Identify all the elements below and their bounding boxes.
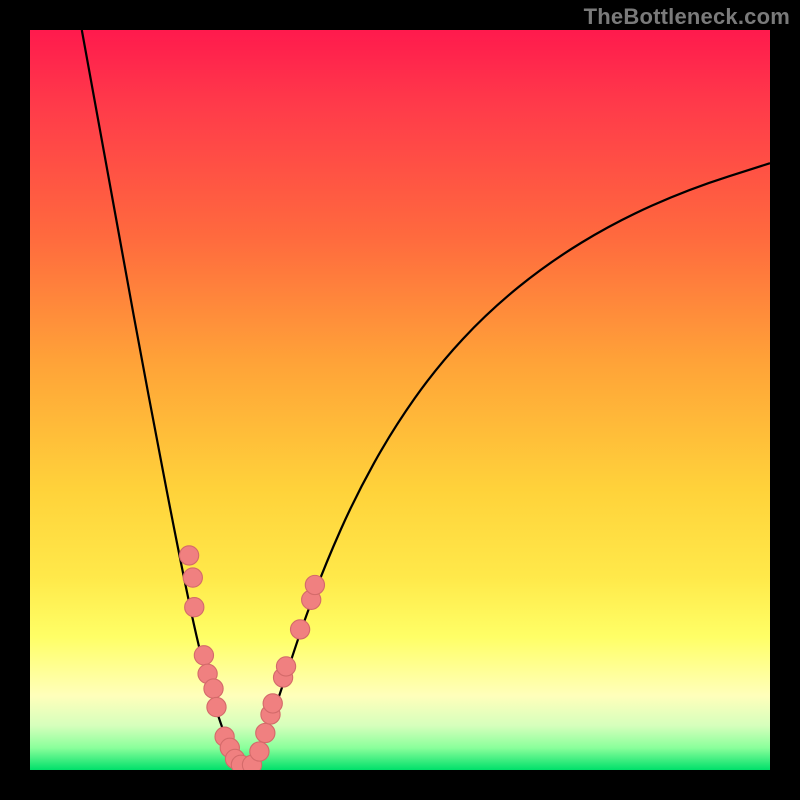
plot-area <box>30 30 770 770</box>
data-marker <box>179 546 198 565</box>
series-right <box>252 163 770 766</box>
chart-svg <box>30 30 770 770</box>
data-marker <box>256 723 275 742</box>
data-marker <box>250 742 269 761</box>
curve-right <box>252 163 770 766</box>
chart-frame: TheBottleneck.com <box>0 0 800 800</box>
data-marker <box>204 679 223 698</box>
markers-group <box>179 546 324 770</box>
data-marker <box>290 620 309 639</box>
data-marker <box>305 575 324 594</box>
data-marker <box>183 568 202 587</box>
data-marker <box>276 657 295 676</box>
data-marker <box>207 697 226 716</box>
data-marker <box>263 694 282 713</box>
data-marker <box>194 646 213 665</box>
watermark-text: TheBottleneck.com <box>584 4 790 30</box>
data-marker <box>185 598 204 617</box>
